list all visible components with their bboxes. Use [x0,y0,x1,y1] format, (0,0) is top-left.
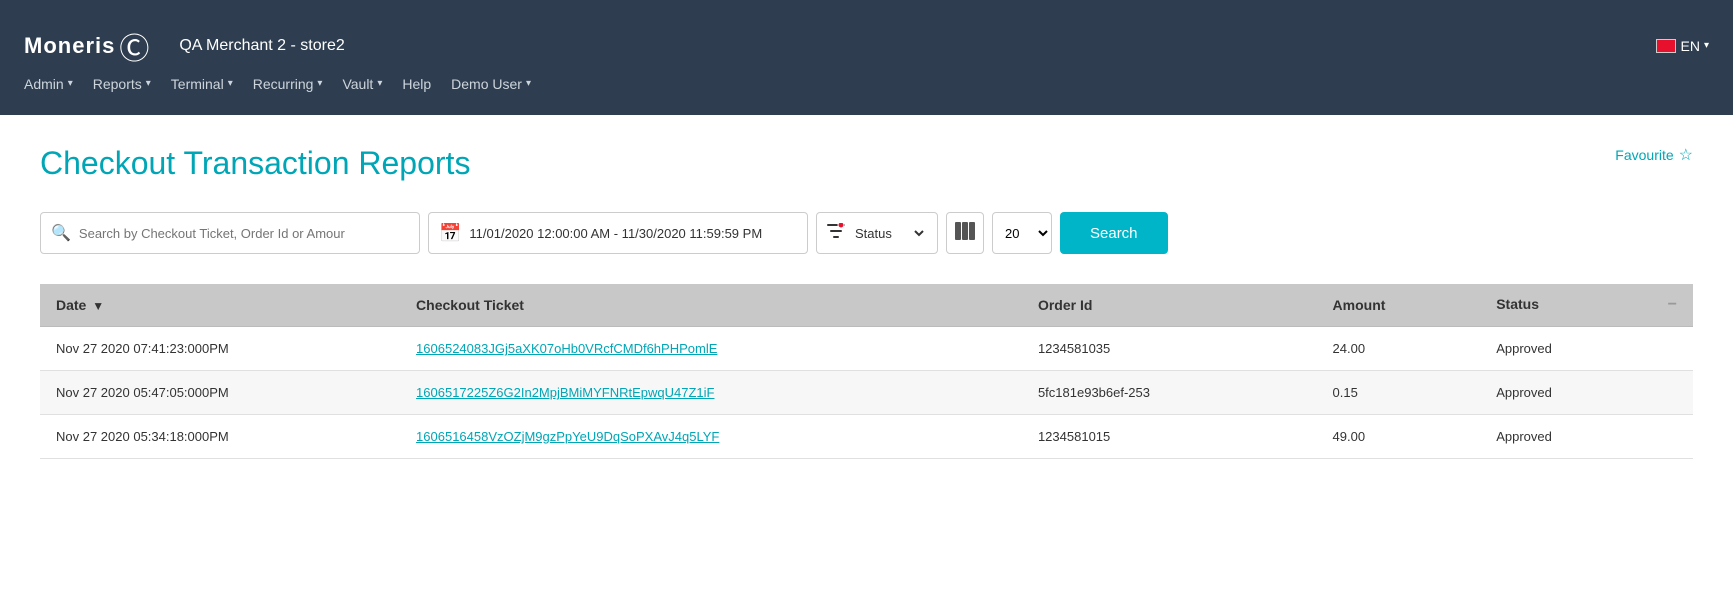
cell-amount: 49.00 [1317,415,1481,459]
calendar-icon: 📅 [439,223,461,244]
star-icon: ☆ [1679,145,1693,165]
nav-arrow-vault: ▾ [377,78,382,89]
flag-icon [1656,39,1676,53]
cell-ticket: 1606524083JGj5aXK07oHb0VRcfCMDf6hPHPomlE [400,327,1022,371]
page-title: Checkout Transaction Reports [40,145,470,182]
nav-label-vault: Vault [342,76,373,92]
nav-arrow-demouser: ▾ [526,78,531,89]
col-header-ticket: Checkout Ticket [400,284,1022,327]
cell-amount: 0.15 [1317,371,1481,415]
col-orderid-label: Order Id [1038,297,1092,313]
col-minus-icon[interactable]: − [1668,296,1677,314]
search-button[interactable]: Search [1060,212,1168,254]
sort-arrow-date: ▼ [92,299,104,313]
date-range-wrapper[interactable]: 📅 11/01/2020 12:00:00 AM - 11/30/2020 11… [428,212,808,254]
nav-item-demouser[interactable]: Demo User ▾ [451,76,531,92]
merchant-name: QA Merchant 2 - store2 [179,37,1655,55]
search-input[interactable] [79,226,409,241]
col-header-orderid: Order Id [1022,284,1317,327]
logo-icon: Ⓒ [119,24,149,68]
search-icon: 🔍 [51,223,71,243]
nav-bar: Admin ▾ Reports ▾ Terminal ▾ Recurring ▾… [24,76,1709,92]
status-filter[interactable]: Status Approved Declined [851,225,927,242]
favourite-label: Favourite [1615,147,1673,163]
table-body: Nov 27 2020 07:41:23:000PM 1606524083JGj… [40,327,1693,459]
nav-arrow-recurring: ▾ [317,78,322,89]
cell-amount: 24.00 [1317,327,1481,371]
ticket-link[interactable]: 1606524083JGj5aXK07oHb0VRcfCMDf6hPHPomlE [416,341,717,356]
col-date-label: Date [56,297,86,313]
cell-status: Approved [1480,327,1693,371]
nav-item-admin[interactable]: Admin ▾ [24,76,73,92]
cell-date: Nov 27 2020 05:47:05:000PM [40,371,400,415]
cell-status: Approved [1480,371,1693,415]
nav-arrow-admin: ▾ [68,78,73,89]
per-page-select[interactable]: 20 50 100 [992,212,1052,254]
col-amount-label: Amount [1333,297,1386,313]
col-status-label: Status [1496,296,1539,312]
lang-selector[interactable]: EN ▾ [1656,38,1709,54]
main-content: Checkout Transaction Reports Favourite ☆… [0,115,1733,489]
logo-text: Moneris [24,33,115,59]
cell-status: Approved [1480,415,1693,459]
ticket-link[interactable]: 1606517225Z6G2In2MpjBMiMYFNRtEpwqU47Z1iF [416,385,714,400]
cell-orderid: 1234581035 [1022,327,1317,371]
col-header-date[interactable]: Date ▼ [40,284,400,327]
cell-orderid: 1234581015 [1022,415,1317,459]
search-bar: 🔍 📅 11/01/2020 12:00:00 AM - 11/30/2020 … [40,212,1693,254]
lang-arrow-icon: ▾ [1704,40,1709,51]
table-header-row: Date ▼ Checkout Ticket Order Id Amount S… [40,284,1693,327]
results-table: Date ▼ Checkout Ticket Order Id Amount S… [40,284,1693,459]
header: Moneris Ⓒ QA Merchant 2 - store2 EN ▾ Ad… [0,0,1733,115]
table-row: Nov 27 2020 07:41:23:000PM 1606524083JGj… [40,327,1693,371]
nav-label-help: Help [402,76,431,92]
lang-label: EN [1681,38,1700,54]
filter-wrapper: Status Approved Declined [816,212,938,254]
nav-item-reports[interactable]: Reports ▾ [93,76,151,92]
nav-label-demouser: Demo User [451,76,522,92]
nav-arrow-reports: ▾ [146,78,151,89]
table-row: Nov 27 2020 05:34:18:000PM 1606516458VzO… [40,415,1693,459]
nav-label-admin: Admin [24,76,64,92]
favourite-button[interactable]: Favourite ☆ [1615,145,1693,165]
header-top: Moneris Ⓒ QA Merchant 2 - store2 EN ▾ [24,24,1709,68]
ticket-link[interactable]: 1606516458VzOZjM9gzPpYeU9DqSoPXAvJ4q5LYF [416,429,719,444]
nav-item-recurring[interactable]: Recurring ▾ [253,76,323,92]
col-header-amount: Amount [1317,284,1481,327]
columns-icon [955,222,975,245]
cell-date: Nov 27 2020 05:34:18:000PM [40,415,400,459]
page-header: Checkout Transaction Reports Favourite ☆ [40,145,1693,182]
table-row: Nov 27 2020 05:47:05:000PM 1606517225Z6G… [40,371,1693,415]
nav-label-reports: Reports [93,76,142,92]
col-ticket-label: Checkout Ticket [416,297,524,313]
columns-icon-button[interactable] [946,212,984,254]
filter-icon [827,223,845,244]
nav-label-recurring: Recurring [253,76,314,92]
nav-item-terminal[interactable]: Terminal ▾ [171,76,233,92]
cell-ticket: 1606517225Z6G2In2MpjBMiMYFNRtEpwqU47Z1iF [400,371,1022,415]
nav-label-terminal: Terminal [171,76,224,92]
logo-area: Moneris Ⓒ [24,24,149,68]
cell-ticket: 1606516458VzOZjM9gzPpYeU9DqSoPXAvJ4q5LYF [400,415,1022,459]
cell-orderid: 5fc181e93b6ef-253 [1022,371,1317,415]
col-header-status: Status − [1480,284,1693,327]
nav-arrow-terminal: ▾ [228,78,233,89]
nav-item-help[interactable]: Help [402,76,431,92]
table-header: Date ▼ Checkout Ticket Order Id Amount S… [40,284,1693,327]
date-range-text: 11/01/2020 12:00:00 AM - 11/30/2020 11:5… [469,226,762,241]
cell-date: Nov 27 2020 07:41:23:000PM [40,327,400,371]
nav-item-vault[interactable]: Vault ▾ [342,76,382,92]
search-input-wrapper: 🔍 [40,212,420,254]
